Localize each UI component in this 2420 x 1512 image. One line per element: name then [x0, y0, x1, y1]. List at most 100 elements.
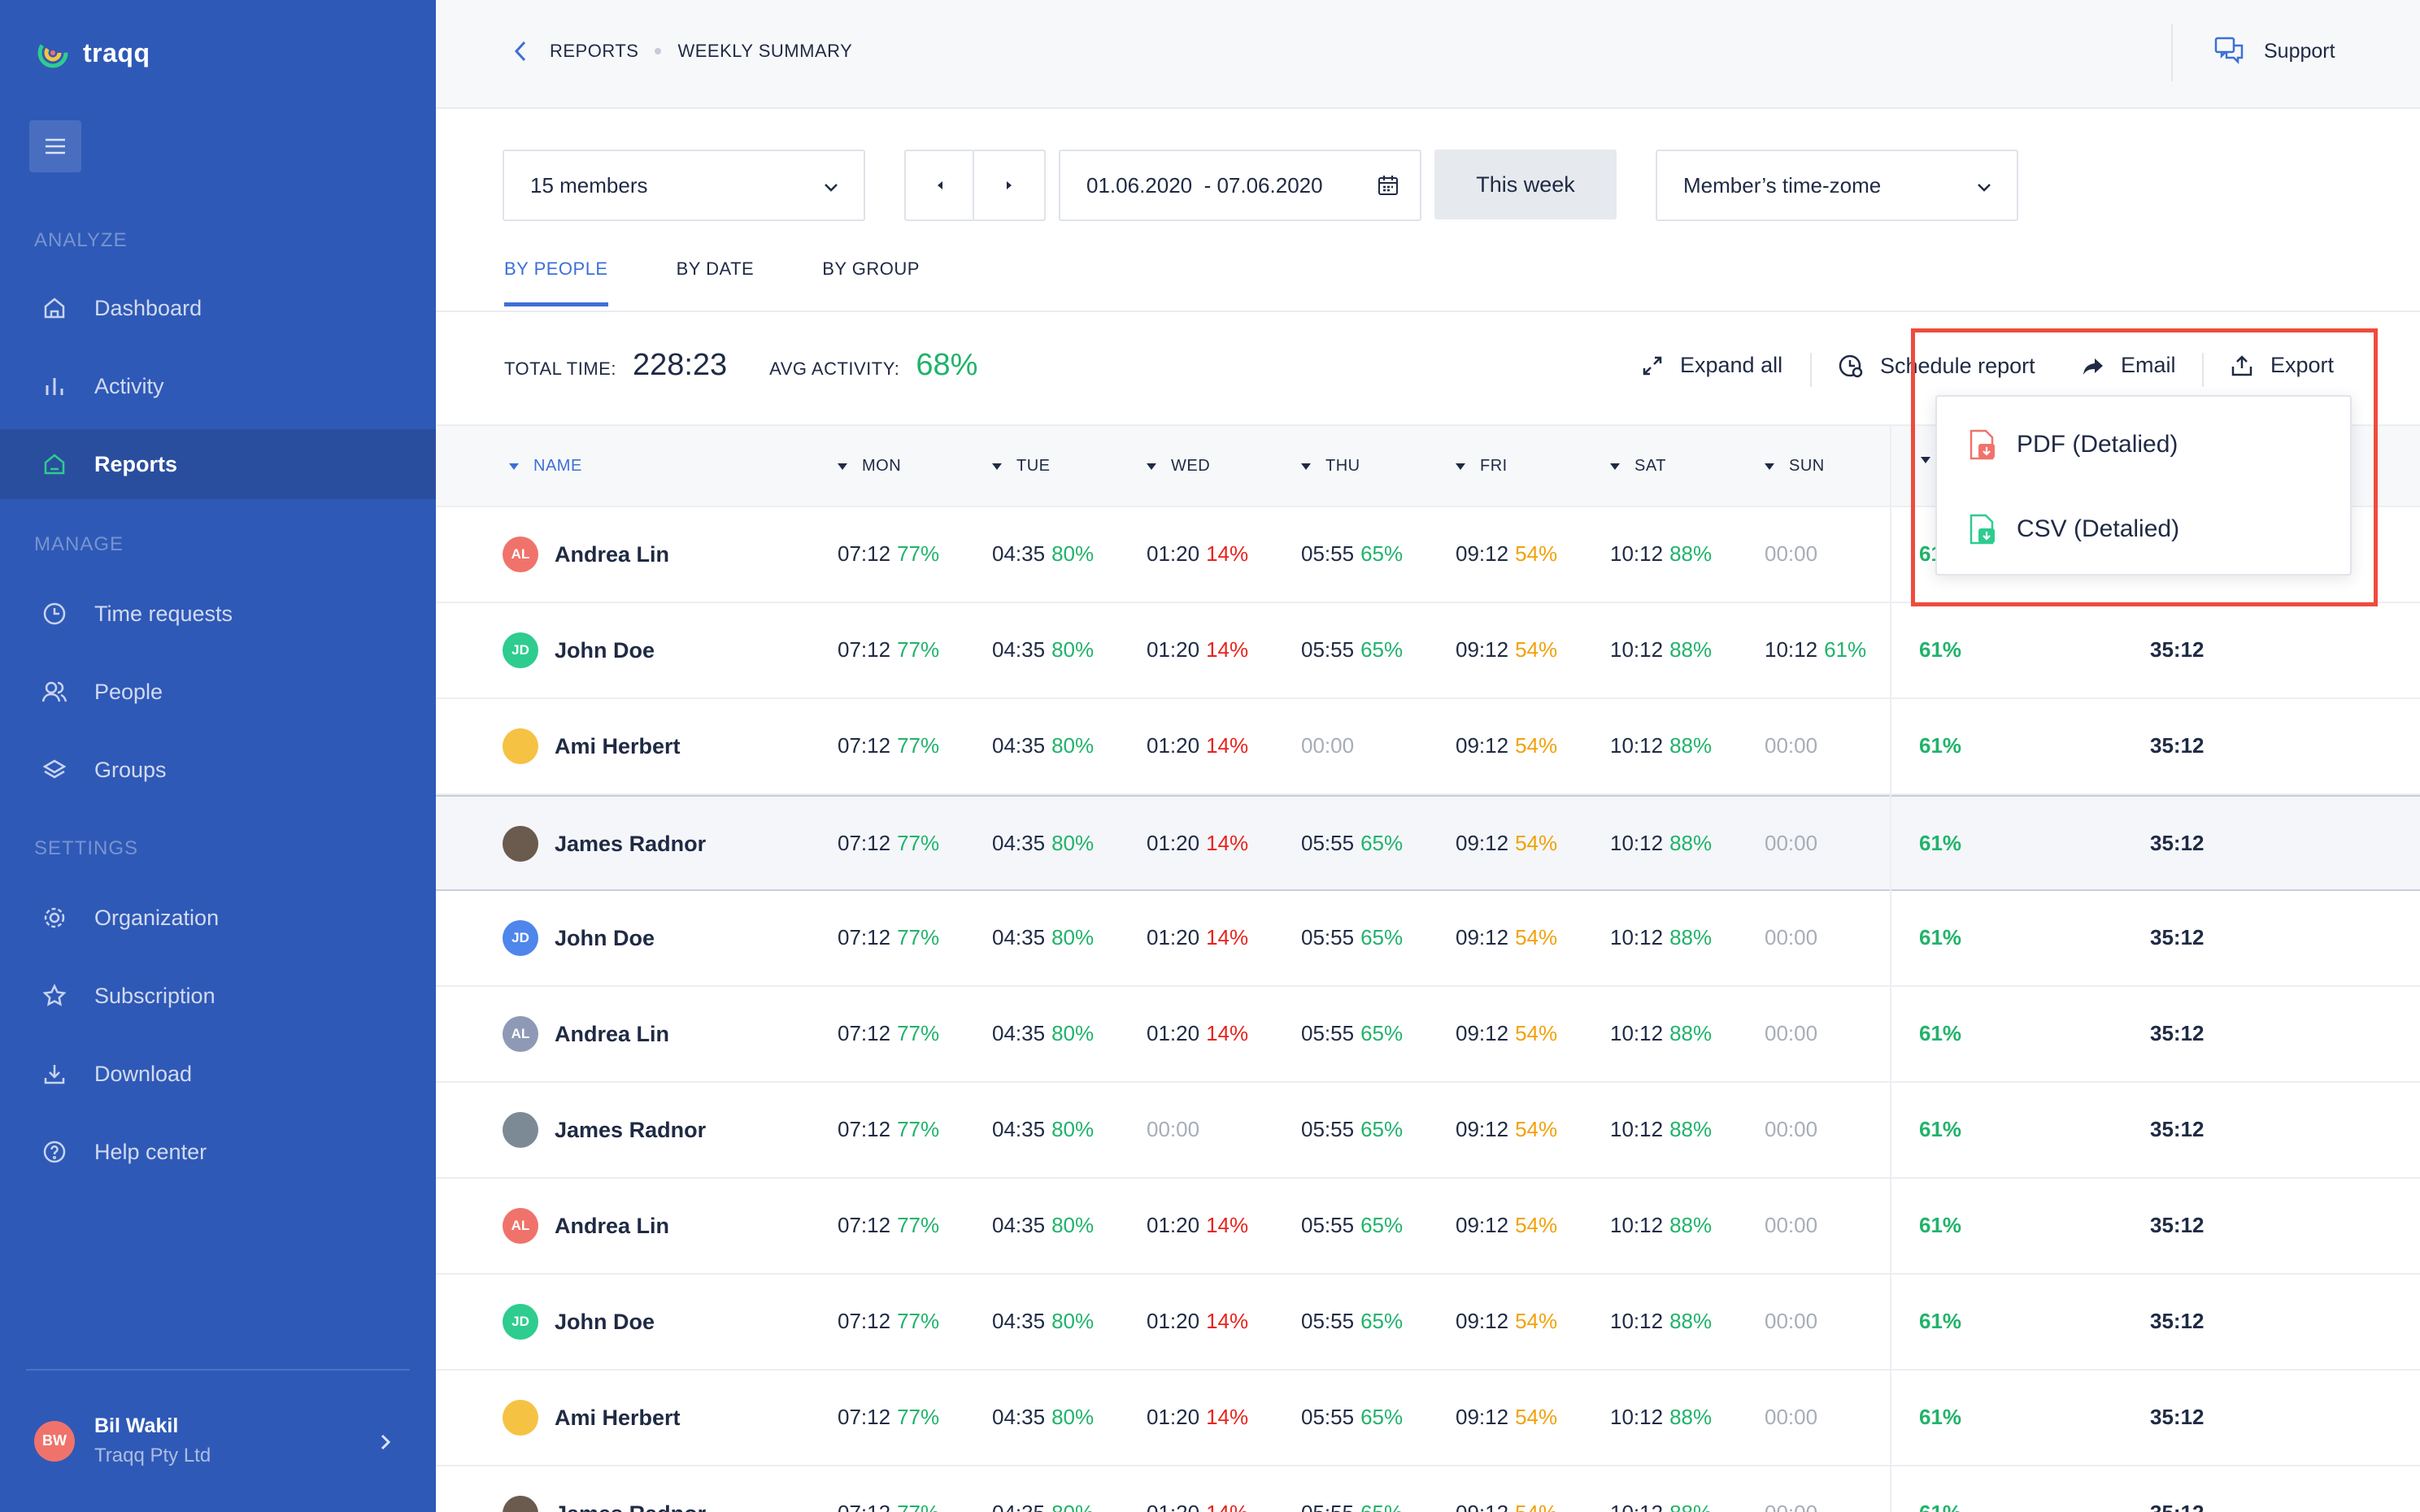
time-value: 09:12 [1456, 1501, 1508, 1512]
column-label: SAT [1634, 457, 1666, 475]
person-name[interactable]: John Doe [555, 1310, 655, 1335]
person-name[interactable]: John Doe [555, 638, 655, 663]
activity-percent: 14% [1206, 1309, 1249, 1333]
table-row[interactable]: AL Andrea Lin 07:12 77% 04:35 80% 01:20 14% 05:5… [436, 1179, 2420, 1275]
profile-company: Traqq Pty Ltd [94, 1445, 211, 1466]
column-header-sat[interactable]: SAT [1610, 457, 1666, 476]
this-week-button[interactable]: This week [1434, 150, 1617, 219]
time-value: 00:00 [1765, 1405, 1818, 1429]
person-name[interactable]: Andrea Lin [555, 542, 669, 567]
column-header-sun[interactable]: SUN [1765, 457, 1825, 476]
activity-percent: 88% [1669, 831, 1713, 855]
time-value: 01:20 [1147, 1405, 1200, 1429]
person-name-cell: James Radnor [503, 826, 706, 862]
activity-percent: 65% [1360, 925, 1404, 949]
column-header-fri[interactable]: FRI [1456, 457, 1508, 476]
person-name[interactable]: Andrea Lin [555, 1022, 669, 1047]
sidebar-item-help-center[interactable]: Help center [0, 1117, 436, 1187]
sidebar-item-dashboard[interactable]: Dashboard [0, 273, 436, 343]
total-time-cell: 35:12 [2150, 1405, 2205, 1429]
table-row[interactable]: James Radnor07:1277%04:3580%01:2014%05:5… [436, 1466, 2420, 1512]
day-cell: 05:5565% [1301, 637, 1403, 663]
sort-caret-icon [1301, 463, 1311, 470]
person-name[interactable]: John Doe [555, 926, 655, 951]
expand-all-button[interactable]: Expand all [1641, 353, 1782, 378]
table-row[interactable]: James Radnor07:1277%04:3580%01:2014%05:5… [436, 795, 2420, 891]
back-chevron-icon[interactable] [512, 39, 529, 63]
total-time-cell: 35:12 [2150, 733, 2205, 758]
date-range-input[interactable]: 01.06.2020 - 07.06.2020 [1059, 150, 1421, 221]
day-cell: 01:2014% [1147, 1405, 1248, 1430]
sidebar-item-groups[interactable]: Groups [0, 735, 436, 805]
sidebar-item-subscription[interactable]: Subscription [0, 961, 436, 1031]
time-value: 09:12 [1456, 1117, 1509, 1141]
day-cell: 07:1277% [838, 541, 939, 567]
total-time-cell: 35:12 [2150, 1213, 2205, 1237]
column-header-name[interactable]: NAME [509, 457, 582, 476]
app-logo[interactable]: traqq [36, 36, 150, 70]
activity-percent: 77% [897, 1309, 940, 1333]
user-profile[interactable]: BW Bil Wakil Traqq Pty Ltd [34, 1414, 211, 1467]
timezone-select[interactable]: Member’s time-zome [1656, 150, 2018, 221]
tab-by-date[interactable]: BY DATE [677, 259, 755, 306]
time-value: 10:12 [1610, 1021, 1664, 1045]
table-row[interactable]: JD John Doe 07:12 77% 04:35 80% 01:20 14% 05:55 6… [436, 603, 2420, 699]
tab-by-group[interactable]: BY GROUP [822, 259, 920, 306]
day-cell: 05:5565% [1301, 541, 1403, 567]
report-tabs: BY PEOPLE BY DATE BY GROUP [504, 259, 988, 306]
time-value: 10:12 [1610, 733, 1664, 758]
activity-percent: 88% [1669, 637, 1713, 662]
avatar [503, 1112, 538, 1148]
tab-by-people[interactable]: BY PEOPLE [504, 259, 608, 306]
person-name[interactable]: Ami Herbert [555, 1406, 681, 1431]
person-name[interactable]: James Radnor [555, 1118, 706, 1143]
chevron-right-icon[interactable] [379, 1432, 392, 1452]
person-name[interactable]: James Radnor [555, 832, 706, 857]
sidebar-item-time-requests[interactable]: Time requests [0, 579, 436, 649]
table-row[interactable]: James Radnor 07:12 77% 04:35 80% 00:00 05:55 65… [436, 1083, 2420, 1179]
person-name[interactable]: James Radnor [555, 1501, 706, 1512]
activity-percent: 65% [1360, 1117, 1404, 1141]
table-row[interactable]: Ami Herbert 07:12 77% 04:35 80% 01:20 14% 00:00… [436, 699, 2420, 795]
breadcrumb-reports[interactable]: REPORTS [550, 41, 638, 62]
sidebar-item-activity[interactable]: Activity [0, 351, 436, 421]
total-time-cell: 35:12 [2150, 1309, 2205, 1333]
prev-week-button[interactable] [904, 150, 974, 221]
time-value: 10:12 [1610, 831, 1664, 855]
table-row[interactable]: AL Andrea Lin 07:12 77% 04:35 80% 01:20 14% 05:5… [436, 987, 2420, 1083]
members-select[interactable]: 15 members [503, 150, 865, 221]
time-value: 01:20 [1147, 831, 1200, 855]
column-header-tue[interactable]: TUE [992, 457, 1051, 476]
action-separator [1810, 353, 1812, 387]
avg-activity-cell: 61% [1919, 637, 1962, 662]
table-row[interactable]: JD John Doe 07:12 77% 04:35 80% 01:20 14% 05:55 6… [436, 891, 2420, 987]
activity-percent: 80% [1051, 1501, 1094, 1512]
column-header-mon[interactable]: MON [838, 457, 901, 476]
day-cell: 01:2014% [1147, 1213, 1248, 1238]
table-row[interactable]: JD John Doe 07:12 77% 04:35 80% 01:20 14% 05:55 6… [436, 1275, 2420, 1371]
time-value: 10:12 [1610, 637, 1664, 662]
time-value: 05:55 [1301, 1213, 1355, 1237]
menu-toggle-button[interactable] [29, 120, 81, 172]
day-cell: 00:00 [1765, 1021, 1817, 1046]
sidebar-item-people[interactable]: People [0, 657, 436, 727]
person-name[interactable]: Andrea Lin [555, 1214, 669, 1239]
time-value: 05:55 [1301, 831, 1355, 855]
day-cell: 01:2014% [1147, 925, 1248, 950]
day-cell: 01:2014% [1147, 541, 1248, 567]
sidebar-item-reports[interactable]: Reports [0, 429, 436, 499]
day-cell: 10:1288% [1610, 1021, 1712, 1046]
next-week-button[interactable] [973, 150, 1046, 221]
person-name[interactable]: Ami Herbert [555, 734, 681, 759]
support-button[interactable]: Support [2213, 36, 2335, 67]
table-row[interactable]: Ami Herbert 07:12 77% 04:35 80% 01:20 14% 05:55… [436, 1371, 2420, 1466]
column-header-thu[interactable]: THU [1301, 457, 1360, 476]
sidebar-item-download[interactable]: Download [0, 1039, 436, 1109]
time-value: 10:12 [1765, 637, 1818, 662]
activity-percent: 77% [897, 1405, 940, 1429]
column-header-wed[interactable]: WED [1147, 457, 1210, 476]
sidebar-item-organization[interactable]: Organization [0, 883, 436, 953]
time-value: 05:55 [1301, 637, 1355, 662]
column-label: TUE [1016, 457, 1051, 475]
activity-percent: 54% [1515, 831, 1558, 855]
